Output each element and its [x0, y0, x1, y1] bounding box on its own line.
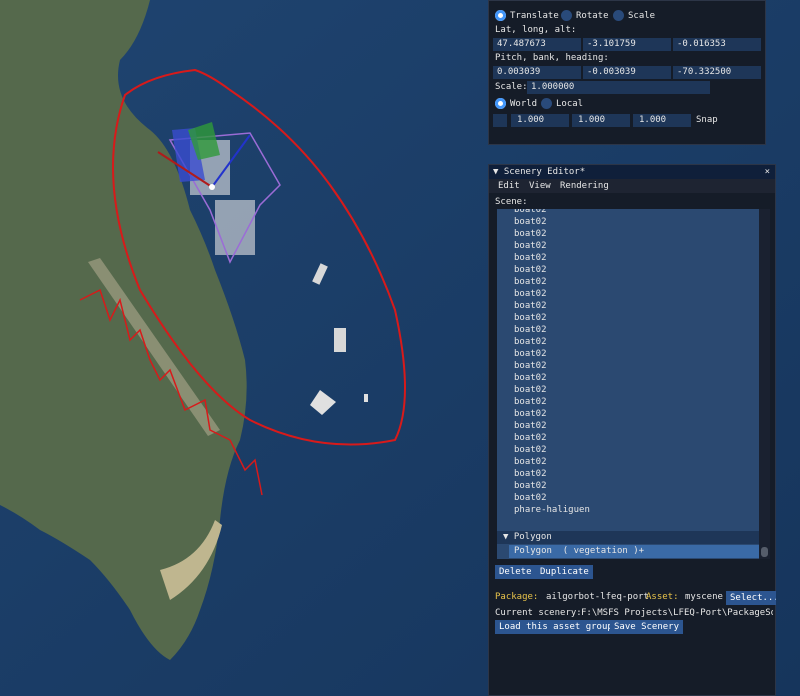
polygon-group-header[interactable]: ▼ Polygon — [497, 531, 759, 544]
scale-option[interactable]: Scale — [613, 10, 655, 21]
transform-panel: Translate Rotate Scale Lat, long, alt: 4… — [488, 0, 766, 145]
editor-menu-bar: Edit View Rendering — [489, 179, 775, 193]
scenery-editor-panel: ▼ Scenery Editor* × Edit View Rendering … — [488, 164, 776, 696]
menu-edit[interactable]: Edit — [498, 179, 520, 193]
snap-y-field[interactable]: 1.000 — [572, 114, 630, 127]
scene-list-item[interactable]: boat02 — [497, 360, 759, 372]
menu-rendering[interactable]: Rendering — [560, 179, 609, 193]
editor-title: ▼ Scenery Editor* — [493, 167, 586, 177]
radio-selected-icon — [495, 10, 506, 21]
radio-selected-icon — [495, 98, 506, 109]
scene-list-item[interactable]: phare-haliguen — [497, 504, 759, 516]
gizmo-center[interactable] — [209, 184, 215, 190]
bank-field[interactable]: -0.003039 — [583, 66, 671, 79]
boat-marker — [364, 394, 368, 402]
scene-list-item[interactable]: boat02 — [497, 312, 759, 324]
scene-list-item[interactable]: boat02 — [497, 216, 759, 228]
alt-field[interactable]: -0.016353 — [673, 38, 761, 51]
scene-list-item[interactable]: boat02 — [497, 372, 759, 384]
package-value: ailgorbot-lfeq-port — [546, 592, 649, 602]
package-label: Package: — [495, 592, 539, 602]
lat-long-alt-label: Lat, long, alt: — [495, 25, 577, 35]
scene-list-item[interactable]: boat02 — [497, 288, 759, 300]
close-icon[interactable]: × — [765, 165, 770, 179]
scene-items: boat02 boat02 boat02 boat02 boat02 boat02 boat… — [497, 209, 759, 516]
scene-list-item[interactable]: boat02 — [497, 420, 759, 432]
long-field[interactable]: -3.101759 — [583, 38, 671, 51]
scene-list-item[interactable]: boat02 — [497, 432, 759, 444]
pitch-bank-heading-label: Pitch, bank, heading: — [495, 53, 609, 63]
snap-x-field[interactable]: 1.000 — [511, 114, 569, 127]
duplicate-button[interactable]: Duplicate — [536, 565, 593, 579]
scrollbar-thumb[interactable] — [761, 547, 768, 557]
current-scenery-path: F:\MSFS Projects\LFEQ-Port\PackageSource… — [581, 608, 773, 618]
scene-list-item[interactable]: boat02 — [497, 324, 759, 336]
radio-icon — [613, 10, 624, 21]
scene-list-item[interactable]: boat02 — [497, 396, 759, 408]
scene-list-item[interactable]: boat02 — [497, 240, 759, 252]
scale-field[interactable]: 1.000000 — [527, 81, 710, 94]
radio-icon — [561, 10, 572, 21]
scale-mode-label: Scale — [628, 11, 656, 21]
radio-icon — [541, 98, 552, 109]
scene-list-item[interactable]: boat02 — [497, 468, 759, 480]
world-option[interactable]: World — [495, 98, 537, 109]
scene-list-item[interactable]: boat02 — [497, 444, 759, 456]
scene-list-item[interactable]: boat02 — [497, 492, 759, 504]
scene-list-item[interactable]: boat02 — [497, 300, 759, 312]
scene-list-item[interactable]: boat02 — [497, 336, 759, 348]
scene-scrollbar[interactable] — [759, 209, 770, 559]
heading-field[interactable]: -70.332500 — [673, 66, 761, 79]
load-asset-group-button[interactable]: Load this asset group — [495, 620, 617, 634]
scene-list-item[interactable]: boat02 — [497, 276, 759, 288]
lat-field[interactable]: 47.487673 — [493, 38, 581, 51]
snap-checkbox[interactable] — [493, 114, 507, 127]
scene-list-item[interactable]: boat02 — [497, 209, 759, 216]
translate-label: Translate — [510, 11, 559, 21]
asset-value: myscene — [685, 592, 723, 602]
snap-label: Snap — [696, 115, 718, 125]
boat-marker — [334, 328, 346, 352]
local-label: Local — [556, 99, 584, 109]
selected-polygon-item[interactable]: Polygon ( vegetation )+ — [509, 545, 759, 558]
scene-list-item[interactable]: boat02 — [497, 264, 759, 276]
asset-label: Asset: — [646, 592, 679, 602]
rotate-option[interactable]: Rotate — [561, 10, 609, 21]
menu-view[interactable]: View — [529, 179, 551, 193]
scene-list-item[interactable]: boat02 — [497, 228, 759, 240]
scene-list-item[interactable]: boat02 — [497, 480, 759, 492]
scale-label: Scale: — [495, 82, 528, 92]
scene-label: Scene: — [495, 197, 528, 207]
select-asset-button[interactable]: Select... — [726, 591, 776, 605]
pitch-field[interactable]: 0.003039 — [493, 66, 581, 79]
world-label: World — [510, 99, 538, 109]
scene-list-item[interactable]: boat02 — [497, 408, 759, 420]
scene-list-item[interactable]: boat02 — [497, 456, 759, 468]
editor-title-bar[interactable]: ▼ Scenery Editor* × — [489, 165, 775, 179]
current-scenery-label: Current scenery: — [495, 608, 582, 618]
scene-list-item[interactable]: boat02 — [497, 252, 759, 264]
save-scenery-button[interactable]: Save Scenery — [610, 620, 684, 634]
local-option[interactable]: Local — [541, 98, 583, 109]
translate-option[interactable]: Translate — [495, 10, 559, 21]
scene-list-item[interactable]: boat02 — [497, 384, 759, 396]
delete-button[interactable]: Delete — [495, 565, 536, 579]
scene-list-item[interactable]: boat02 — [497, 348, 759, 360]
rotate-label: Rotate — [576, 11, 609, 21]
scene-tree[interactable]: boat02 boat02 boat02 boat02 boat02 boat02 boat… — [497, 209, 759, 559]
snap-z-field[interactable]: 1.000 — [633, 114, 691, 127]
